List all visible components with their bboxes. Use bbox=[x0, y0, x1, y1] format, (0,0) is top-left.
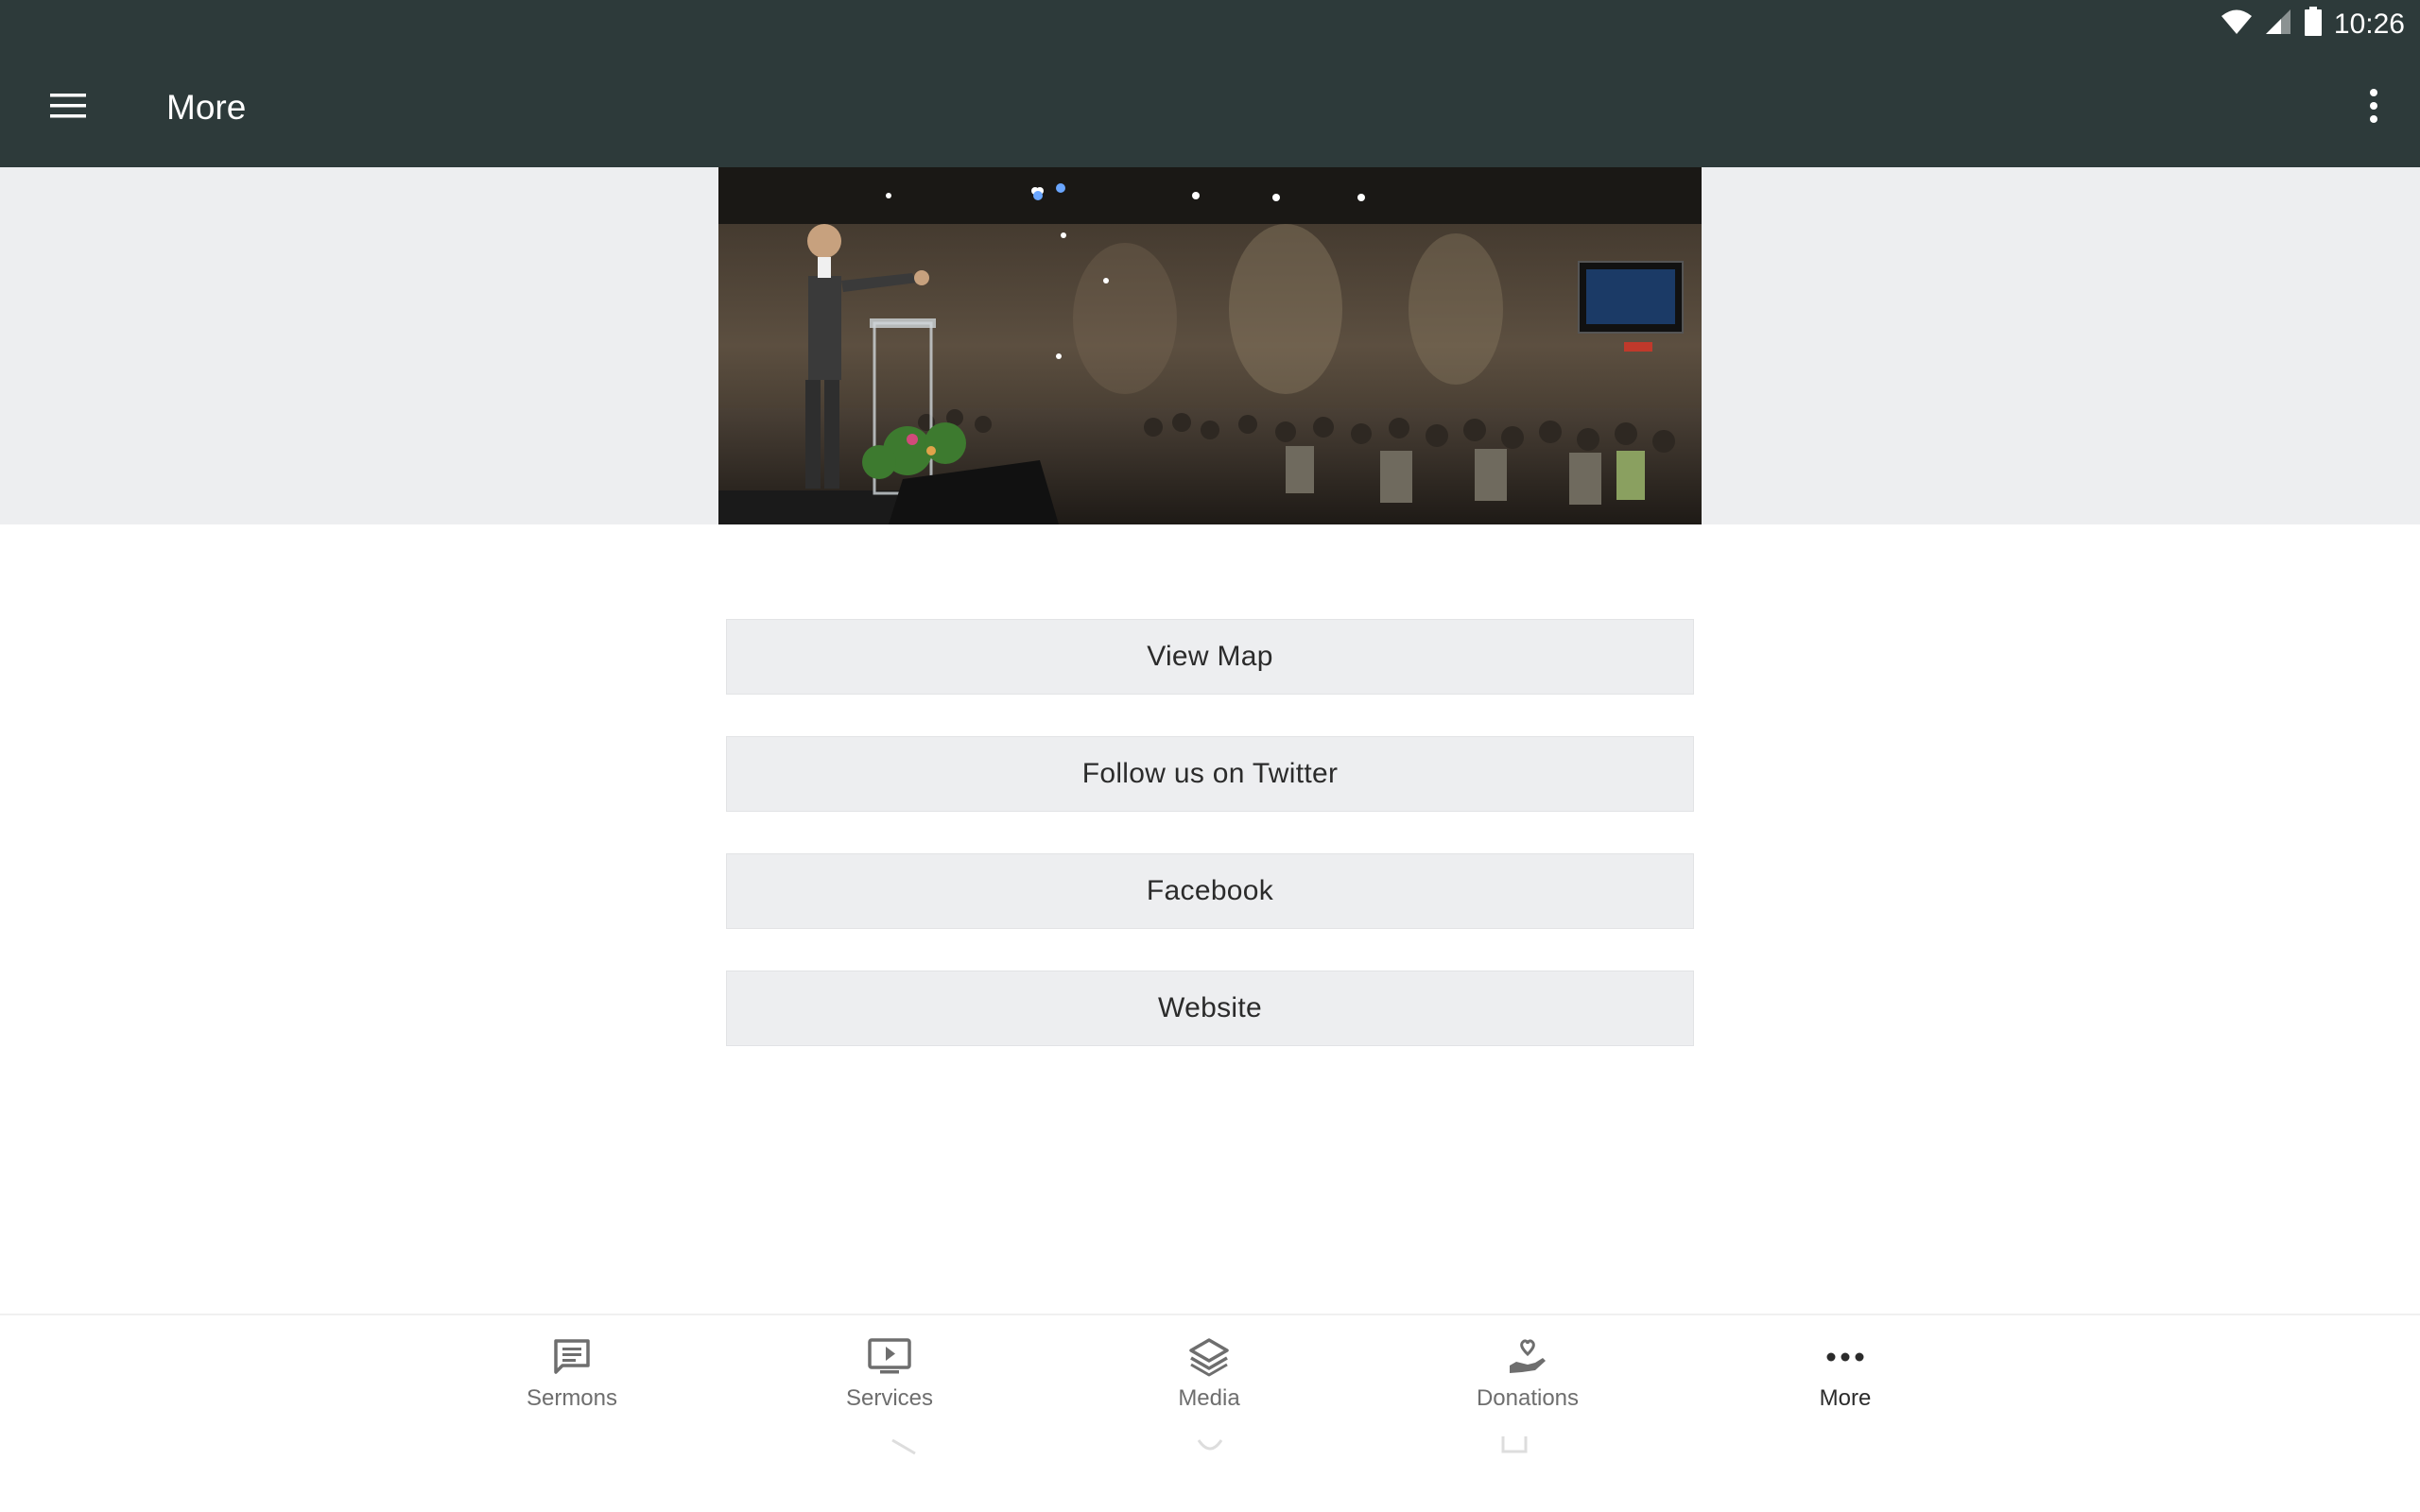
hero-banner bbox=[0, 167, 2420, 524]
tv-play-icon bbox=[868, 1334, 911, 1380]
facebook-button[interactable]: Facebook bbox=[726, 853, 1694, 929]
nav-label-services: Services bbox=[845, 1385, 934, 1411]
nav-label-donations: Donations bbox=[1476, 1385, 1580, 1411]
nav-label-sermons: Sermons bbox=[526, 1385, 618, 1411]
status-time: 10:26 bbox=[2333, 8, 2405, 40]
nav-label-media: Media bbox=[1178, 1385, 1240, 1411]
wifi-icon bbox=[2221, 8, 2253, 41]
more-horiz-icon bbox=[1826, 1334, 1864, 1380]
back-icon[interactable] bbox=[889, 1436, 917, 1460]
hamburger-menu-icon bbox=[50, 93, 86, 124]
cell-signal-icon bbox=[2264, 8, 2292, 41]
nav-label-more: More bbox=[1819, 1385, 1872, 1411]
recents-icon[interactable] bbox=[1500, 1436, 1529, 1460]
nav-item-media[interactable]: Media bbox=[1115, 1334, 1304, 1429]
website-button[interactable]: Website bbox=[726, 971, 1694, 1046]
status-icons: 10:26 bbox=[2221, 0, 2405, 48]
status-bar: 10:26 bbox=[0, 0, 2420, 48]
twitter-button[interactable]: Follow us on Twitter bbox=[726, 736, 1694, 812]
nav-item-more[interactable]: More bbox=[1751, 1334, 1940, 1429]
menu-button[interactable] bbox=[40, 82, 96, 133]
more-vert-icon bbox=[2369, 88, 2378, 128]
chat-bubble-icon bbox=[553, 1334, 591, 1380]
nav-item-donations[interactable]: Donations bbox=[1433, 1334, 1622, 1429]
nav-item-sermons[interactable]: Sermons bbox=[477, 1334, 666, 1429]
layers-icon bbox=[1188, 1334, 1230, 1380]
heart-hand-icon bbox=[1507, 1334, 1548, 1380]
overflow-menu-button[interactable] bbox=[2348, 82, 2399, 133]
app-bar: More bbox=[0, 48, 2420, 167]
bottom-navigation: Sermons Services Media Donations More bbox=[0, 1314, 2420, 1436]
system-navigation-bar bbox=[0, 1436, 2420, 1512]
page-title: More bbox=[166, 88, 247, 127]
church-sermon-photo bbox=[718, 167, 1702, 524]
battery-icon bbox=[2304, 7, 2323, 42]
view-map-button[interactable]: View Map bbox=[726, 619, 1694, 695]
home-icon[interactable] bbox=[1196, 1436, 1224, 1460]
action-button-list: View Map Follow us on Twitter Facebook W… bbox=[726, 619, 1694, 1088]
nav-item-services[interactable]: Services bbox=[795, 1334, 984, 1429]
